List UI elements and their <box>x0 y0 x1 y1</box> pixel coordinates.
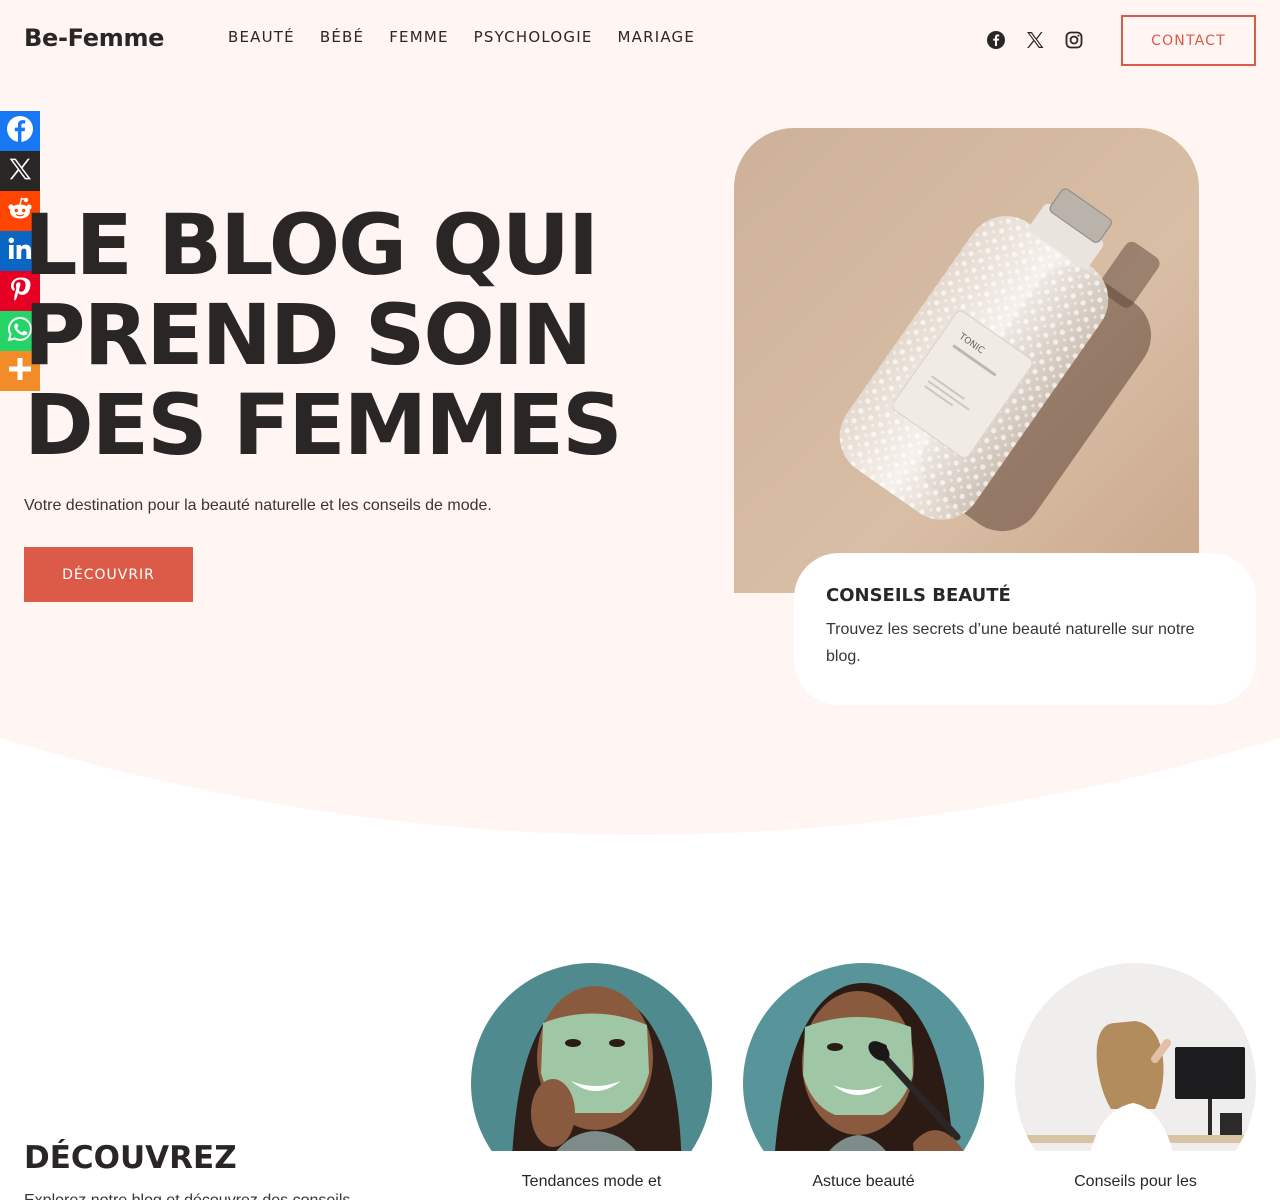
x-icon[interactable] <box>1025 30 1045 50</box>
share-facebook-button[interactable] <box>0 111 40 151</box>
nav-item-femme[interactable]: FEMME <box>389 28 448 46</box>
category-card-label: Conseils pour les <box>1074 1173 1197 1190</box>
facebook-icon <box>5 114 35 149</box>
hero-image: TONIC <box>734 128 1199 593</box>
site-logo[interactable]: Be-Femme <box>24 24 164 52</box>
share-x-button[interactable] <box>0 151 40 191</box>
tip-card-title: CONSEILS BEAUTÉ <box>826 585 1011 606</box>
hero-subtitle: Votre destination pour la beauté naturel… <box>24 497 492 514</box>
category-card[interactable]: Conseils pour les <box>1015 963 1256 1191</box>
hero-title-line: DES FEMMES <box>24 376 623 474</box>
category-card[interactable]: Tendances mode et <box>471 963 712 1191</box>
hero-title-line: PREND SOIN <box>24 286 592 384</box>
category-image <box>471 963 712 1151</box>
x-icon <box>7 156 33 187</box>
contact-button[interactable]: CONTACT <box>1121 15 1256 66</box>
hero-title-line: LE BLOG QUI <box>24 196 599 294</box>
beauty-tip-card: CONSEILS BEAUTÉ Trouvez les secrets d’un… <box>794 553 1256 705</box>
site-header: Be-Femme BEAUTÉ BÉBÉ FEMME PSYCHOLOGIE M… <box>0 0 1280 80</box>
nav-item-psychologie[interactable]: PSYCHOLOGIE <box>474 28 593 46</box>
category-image <box>1015 963 1256 1151</box>
facebook-icon[interactable] <box>986 30 1006 50</box>
nav-item-bebe[interactable]: BÉBÉ <box>320 28 364 46</box>
category-card[interactable]: Astuce beauté <box>743 963 984 1191</box>
nav-item-beaute[interactable]: BEAUTÉ <box>228 28 295 46</box>
instagram-icon[interactable] <box>1064 30 1084 50</box>
main-nav: BEAUTÉ BÉBÉ FEMME PSYCHOLOGIE MARIAGE <box>228 28 695 46</box>
category-card-label: Tendances mode et <box>521 1173 662 1190</box>
category-image <box>743 963 984 1151</box>
tip-card-text: Trouvez les secrets d’une beauté naturel… <box>826 621 1195 665</box>
hero-title: LE BLOG QUI PREND SOIN DES FEMMES <box>24 200 664 470</box>
discover-text: Explorez notre blog et découvrez des con… <box>24 1192 350 1200</box>
category-card-label: Astuce beauté <box>812 1173 915 1190</box>
discover-title: DÉCOUVREZ <box>24 1140 237 1176</box>
discover-button[interactable]: DÉCOUVRIR <box>24 547 193 602</box>
nav-item-mariage[interactable]: MARIAGE <box>618 28 696 46</box>
social-links <box>986 30 1084 50</box>
